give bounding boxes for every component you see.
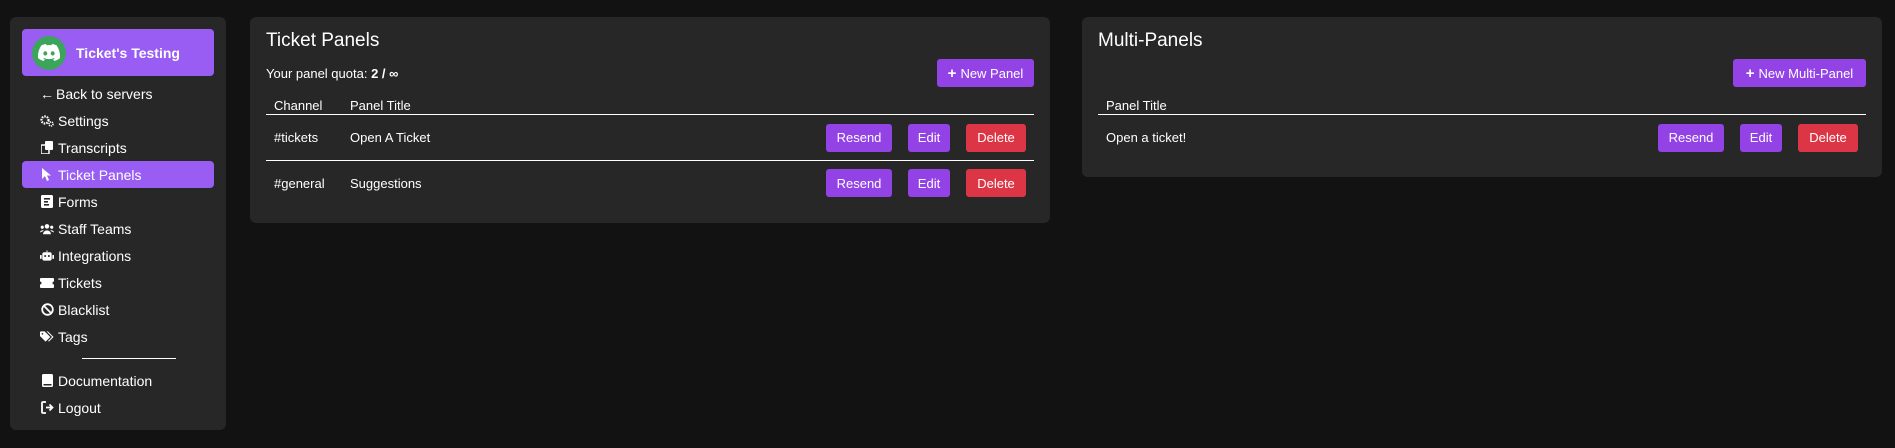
delete-button[interactable]: Delete bbox=[1798, 123, 1858, 152]
ticket-icon bbox=[40, 276, 54, 290]
back-to-servers-link[interactable]: ← Back to servers bbox=[22, 80, 214, 107]
sidebar-item-label: Staff Teams bbox=[58, 220, 132, 237]
new-panel-label: New Panel bbox=[960, 65, 1024, 81]
column-header-panel-title: Panel Title bbox=[1106, 98, 1167, 113]
column-header-panel-title: Panel Title bbox=[350, 98, 411, 113]
row-panel-title: Suggestions bbox=[350, 175, 422, 191]
sidebar-item-label: Logout bbox=[58, 399, 101, 416]
resend-button[interactable]: Resend bbox=[826, 169, 892, 197]
panel-quota-label: Your panel quota: bbox=[266, 65, 368, 81]
sidebar-item-label: Documentation bbox=[58, 372, 153, 389]
new-multi-panel-button[interactable]: + New Multi-Panel bbox=[1733, 59, 1866, 87]
row-panel-title: Open A Ticket bbox=[350, 130, 431, 145]
new-panel-button[interactable]: + New Panel bbox=[937, 59, 1034, 87]
row-panel-title: Open a ticket! bbox=[1106, 130, 1187, 145]
sidebar-item-label: Ticket Panels bbox=[58, 166, 142, 183]
sidebar-item-label: Tags bbox=[58, 328, 88, 345]
sidebar-item-forms[interactable]: Forms bbox=[22, 188, 214, 215]
sidebar-item-label: Integrations bbox=[58, 247, 132, 264]
mouse-pointer-icon bbox=[40, 168, 54, 182]
row-actions: Resend Edit Delete bbox=[810, 123, 1034, 152]
sidebar-item-staff-teams[interactable]: Staff Teams bbox=[22, 215, 214, 242]
row-channel: #general bbox=[274, 175, 325, 191]
column-header-channel: Channel bbox=[274, 98, 323, 113]
panel-quota-value: 2 / ∞ bbox=[371, 65, 399, 81]
sidebar-item-settings[interactable]: Settings bbox=[22, 107, 214, 134]
sidebar-item-transcripts[interactable]: Transcripts bbox=[22, 134, 214, 161]
sidebar-item-label: Blacklist bbox=[58, 301, 110, 318]
sidebar-item-label: Settings bbox=[58, 112, 109, 129]
quota-row: Your panel quota: 2 / ∞ + New Panel bbox=[266, 58, 1034, 88]
copy-icon bbox=[40, 141, 54, 155]
panel-quota: Your panel quota: 2 / ∞ bbox=[266, 66, 398, 81]
plus-icon: + bbox=[947, 64, 957, 82]
form-icon bbox=[40, 195, 54, 209]
sidebar-item-tags[interactable]: Tags bbox=[22, 323, 214, 350]
panels-table-header: Channel Panel Title bbox=[266, 97, 1034, 115]
plus-icon: + bbox=[1745, 64, 1755, 82]
new-multi-panel-label: New Multi-Panel bbox=[1758, 65, 1854, 81]
delete-button[interactable]: Delete bbox=[966, 123, 1026, 152]
sidebar-item-tickets[interactable]: Tickets bbox=[22, 269, 214, 296]
resend-button[interactable]: Resend bbox=[1658, 123, 1724, 152]
robot-icon bbox=[40, 249, 54, 263]
sidebar-item-label: Transcripts bbox=[58, 139, 127, 156]
ban-icon bbox=[40, 303, 54, 317]
sidebar-divider bbox=[82, 358, 176, 359]
row-actions: Resend Edit Delete bbox=[810, 169, 1034, 197]
row-actions: Resend Edit Delete bbox=[1642, 123, 1866, 152]
sidebar-item-integrations[interactable]: Integrations bbox=[22, 242, 214, 269]
multi-panels-title: Multi-Panels bbox=[1098, 30, 1203, 51]
table-row: Open a ticket! Resend Edit Delete bbox=[1098, 115, 1866, 160]
discord-icon bbox=[32, 35, 66, 70]
sidebar-item-label: Forms bbox=[58, 193, 98, 210]
tags-icon bbox=[40, 330, 54, 344]
row-channel: #tickets bbox=[274, 130, 319, 145]
table-row: #tickets Open A Ticket Resend Edit Delet… bbox=[266, 115, 1034, 160]
sidebar-item-ticket-panels[interactable]: Ticket Panels bbox=[22, 161, 214, 188]
edit-button[interactable]: Edit bbox=[908, 123, 950, 152]
ticket-panels-title: Ticket Panels bbox=[266, 30, 380, 51]
sign-out-icon bbox=[40, 401, 54, 415]
multi-panels-card: Multi-Panels + New Multi-Panel Panel Tit… bbox=[1082, 17, 1882, 177]
table-row: #general Suggestions Resend Edit Delete bbox=[266, 160, 1034, 205]
back-label: Back to servers bbox=[56, 85, 153, 102]
users-icon bbox=[40, 222, 54, 236]
cogs-icon bbox=[40, 114, 54, 128]
edit-button[interactable]: Edit bbox=[908, 169, 950, 197]
multi-panels-table-header: Panel Title bbox=[1098, 97, 1866, 115]
sidebar-item-documentation[interactable]: Documentation bbox=[22, 367, 214, 394]
sidebar-item-logout[interactable]: Logout bbox=[22, 394, 214, 421]
multi-panels-toolbar: + New Multi-Panel bbox=[1098, 58, 1866, 88]
sidebar-nav: ← Back to servers Settings Transcripts T… bbox=[22, 80, 214, 421]
sidebar-item-label: Tickets bbox=[58, 274, 102, 291]
guild-name: Ticket's Testing bbox=[76, 44, 180, 61]
sidebar: Ticket's Testing ← Back to servers Setti… bbox=[10, 17, 226, 430]
edit-button[interactable]: Edit bbox=[1740, 123, 1782, 152]
book-icon bbox=[40, 374, 54, 388]
guild-header[interactable]: Ticket's Testing bbox=[22, 29, 214, 76]
sidebar-item-blacklist[interactable]: Blacklist bbox=[22, 296, 214, 323]
resend-button[interactable]: Resend bbox=[826, 123, 892, 152]
ticket-panels-card: Ticket Panels Your panel quota: 2 / ∞ + … bbox=[250, 17, 1050, 223]
delete-button[interactable]: Delete bbox=[966, 169, 1026, 197]
arrow-left-icon: ← bbox=[40, 85, 54, 102]
